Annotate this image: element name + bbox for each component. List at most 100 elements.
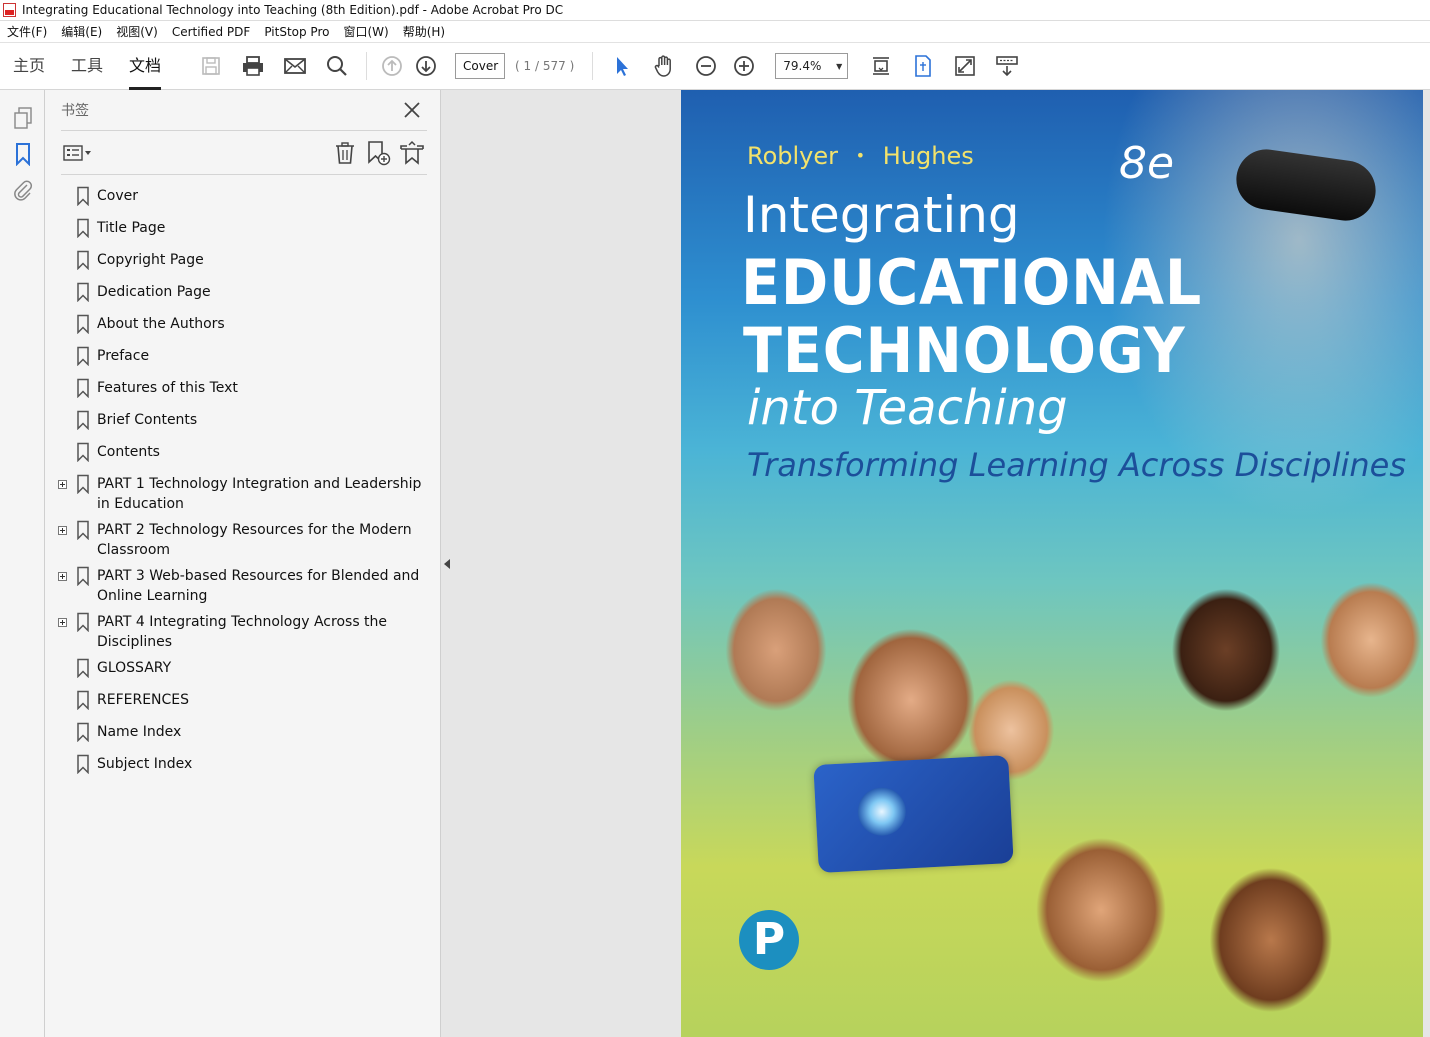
bookmark-item[interactable]: Brief Contents bbox=[55, 410, 435, 442]
bookmark-item[interactable]: Name Index bbox=[55, 722, 435, 754]
pearson-logo: P bbox=[739, 910, 799, 970]
zoom-out-button[interactable] bbox=[689, 49, 723, 83]
plus-box-icon bbox=[57, 479, 67, 489]
print-button[interactable] bbox=[236, 49, 270, 83]
expand-bookmark-button[interactable] bbox=[399, 140, 425, 166]
previous-page-button[interactable] bbox=[375, 49, 409, 83]
bookmark-item[interactable]: Cover bbox=[55, 186, 435, 218]
bookmark-item[interactable]: PART 3 Web-based Resources for Blended a… bbox=[55, 566, 435, 612]
email-button[interactable] bbox=[278, 49, 312, 83]
expand-toggle[interactable] bbox=[55, 474, 69, 494]
bookmark-item[interactable]: Dedication Page bbox=[55, 282, 435, 314]
bookmark-item[interactable]: Preface bbox=[55, 346, 435, 378]
delete-bookmark-button[interactable] bbox=[333, 141, 357, 165]
attachments-button[interactable] bbox=[0, 172, 45, 208]
expand-icon bbox=[955, 56, 976, 76]
zoom-in-button[interactable] bbox=[727, 49, 761, 83]
bookmark-icon bbox=[69, 474, 97, 494]
bookmark-item[interactable]: Contents bbox=[55, 442, 435, 474]
bookmark-item[interactable]: Subject Index bbox=[55, 754, 435, 786]
bookmark-label: Features of this Text bbox=[97, 380, 238, 396]
full-screen-button[interactable] bbox=[948, 49, 982, 83]
fit-page-button[interactable] bbox=[906, 49, 940, 83]
fit-page-icon bbox=[915, 55, 932, 77]
zoom-value: 79.4% bbox=[783, 59, 822, 73]
tab-document[interactable]: 文档 bbox=[116, 43, 174, 90]
bookmark-icon bbox=[69, 612, 97, 632]
bookmarks-panel-header: 书签 bbox=[61, 90, 427, 131]
acrobat-app-icon bbox=[3, 3, 16, 17]
close-icon bbox=[404, 102, 420, 118]
menu-help[interactable]: 帮助(H) bbox=[396, 23, 452, 40]
cover-title-line-3: TECHNOLOGY bbox=[743, 314, 1186, 387]
tab-tools[interactable]: 工具 bbox=[58, 43, 116, 90]
close-panel-button[interactable] bbox=[403, 101, 421, 119]
page-thumbnails-button[interactable] bbox=[0, 100, 45, 136]
zoom-select[interactable]: 79.4% ▼ bbox=[775, 53, 849, 79]
bookmark-label: Name Index bbox=[97, 724, 182, 740]
expand-spacer bbox=[55, 282, 69, 302]
bookmark-icon bbox=[69, 314, 97, 334]
bookmark-label: REFERENCES bbox=[97, 692, 190, 708]
new-bookmark-button[interactable] bbox=[365, 140, 391, 166]
bookmark-label: Dedication Page bbox=[97, 284, 211, 300]
document-scrollbar[interactable] bbox=[1423, 90, 1430, 1037]
bookmark-item[interactable]: Title Page bbox=[55, 218, 435, 250]
read-mode-button[interactable] bbox=[990, 49, 1024, 83]
search-button[interactable] bbox=[320, 49, 354, 83]
expand-toggle[interactable] bbox=[55, 520, 69, 540]
menu-view[interactable]: 视图(V) bbox=[109, 23, 165, 40]
bookmark-label: Copyright Page bbox=[97, 252, 204, 268]
bookmark-item[interactable]: About the Authors bbox=[55, 314, 435, 346]
menu-pitstop-pro[interactable]: PitStop Pro bbox=[257, 25, 336, 39]
save-button[interactable] bbox=[194, 49, 228, 83]
menu-certified-pdf[interactable]: Certified PDF bbox=[165, 25, 258, 39]
bookmark-item[interactable]: Features of this Text bbox=[55, 378, 435, 410]
hand-tool-button[interactable] bbox=[647, 49, 681, 83]
add-bookmark-icon bbox=[368, 141, 391, 166]
cover-title-line-1: Integrating bbox=[743, 186, 1020, 244]
menu-edit[interactable]: 编辑(E) bbox=[54, 23, 109, 40]
menu-window[interactable]: 窗口(W) bbox=[336, 23, 395, 40]
search-icon bbox=[327, 56, 347, 76]
bookmark-label: PART 2 Technology Resources for the Mode… bbox=[97, 522, 412, 558]
bookmark-icon bbox=[69, 410, 97, 430]
bookmark-icon bbox=[69, 186, 97, 206]
scroll-mode-button[interactable] bbox=[864, 49, 898, 83]
paperclip-icon bbox=[13, 180, 32, 201]
bookmarks-panel: 书签 Cover Title Page Copyright Page Dedicati… bbox=[45, 90, 441, 1037]
bookmark-item[interactable]: REFERENCES bbox=[55, 690, 435, 722]
bookmark-item[interactable]: PART 1 Technology Integration and Leader… bbox=[55, 474, 435, 520]
expand-spacer bbox=[55, 410, 69, 430]
bookmarks-button[interactable] bbox=[0, 136, 45, 172]
bookmark-item[interactable]: Copyright Page bbox=[55, 250, 435, 282]
cover-page: Roblyer • Hughes 8e Integrating EDUCATIO… bbox=[681, 90, 1423, 1037]
print-icon bbox=[243, 56, 264, 76]
menu-file[interactable]: 文件(F) bbox=[0, 23, 54, 40]
bookmark-list: Cover Title Page Copyright Page Dedication … bbox=[55, 186, 435, 786]
next-page-button[interactable] bbox=[409, 49, 443, 83]
bookmark-options-button[interactable] bbox=[63, 144, 93, 162]
bookmark-item[interactable]: GLOSSARY bbox=[55, 658, 435, 690]
bookmark-icon bbox=[69, 520, 97, 540]
expand-spacer bbox=[55, 346, 69, 366]
bookmark-item[interactable]: PART 4 Integrating Technology Across the… bbox=[55, 612, 435, 658]
expand-spacer bbox=[55, 186, 69, 206]
title-bar: Integrating Educational Technology into … bbox=[0, 0, 1430, 21]
bookmarks-panel-title: 书签 bbox=[61, 103, 89, 119]
bookmark-item[interactable]: PART 2 Technology Resources for the Mode… bbox=[55, 520, 435, 566]
collapse-panel-arrow-icon[interactable] bbox=[444, 559, 450, 569]
tab-home[interactable]: 主页 bbox=[0, 43, 58, 90]
page-scroll-icon bbox=[873, 57, 890, 75]
zoom-out-icon bbox=[696, 56, 717, 76]
expand-toggle[interactable] bbox=[55, 612, 69, 632]
expand-toggle[interactable] bbox=[55, 566, 69, 586]
bookmark-icon bbox=[69, 442, 97, 462]
select-tool-button[interactable] bbox=[605, 49, 639, 83]
expand-spacer bbox=[55, 218, 69, 238]
bookmark-icon bbox=[69, 690, 97, 710]
bookmark-icon bbox=[69, 218, 97, 238]
bookmark-icon bbox=[69, 658, 97, 678]
plus-box-icon bbox=[57, 525, 67, 535]
page-number-field[interactable]: Cover bbox=[455, 53, 506, 79]
